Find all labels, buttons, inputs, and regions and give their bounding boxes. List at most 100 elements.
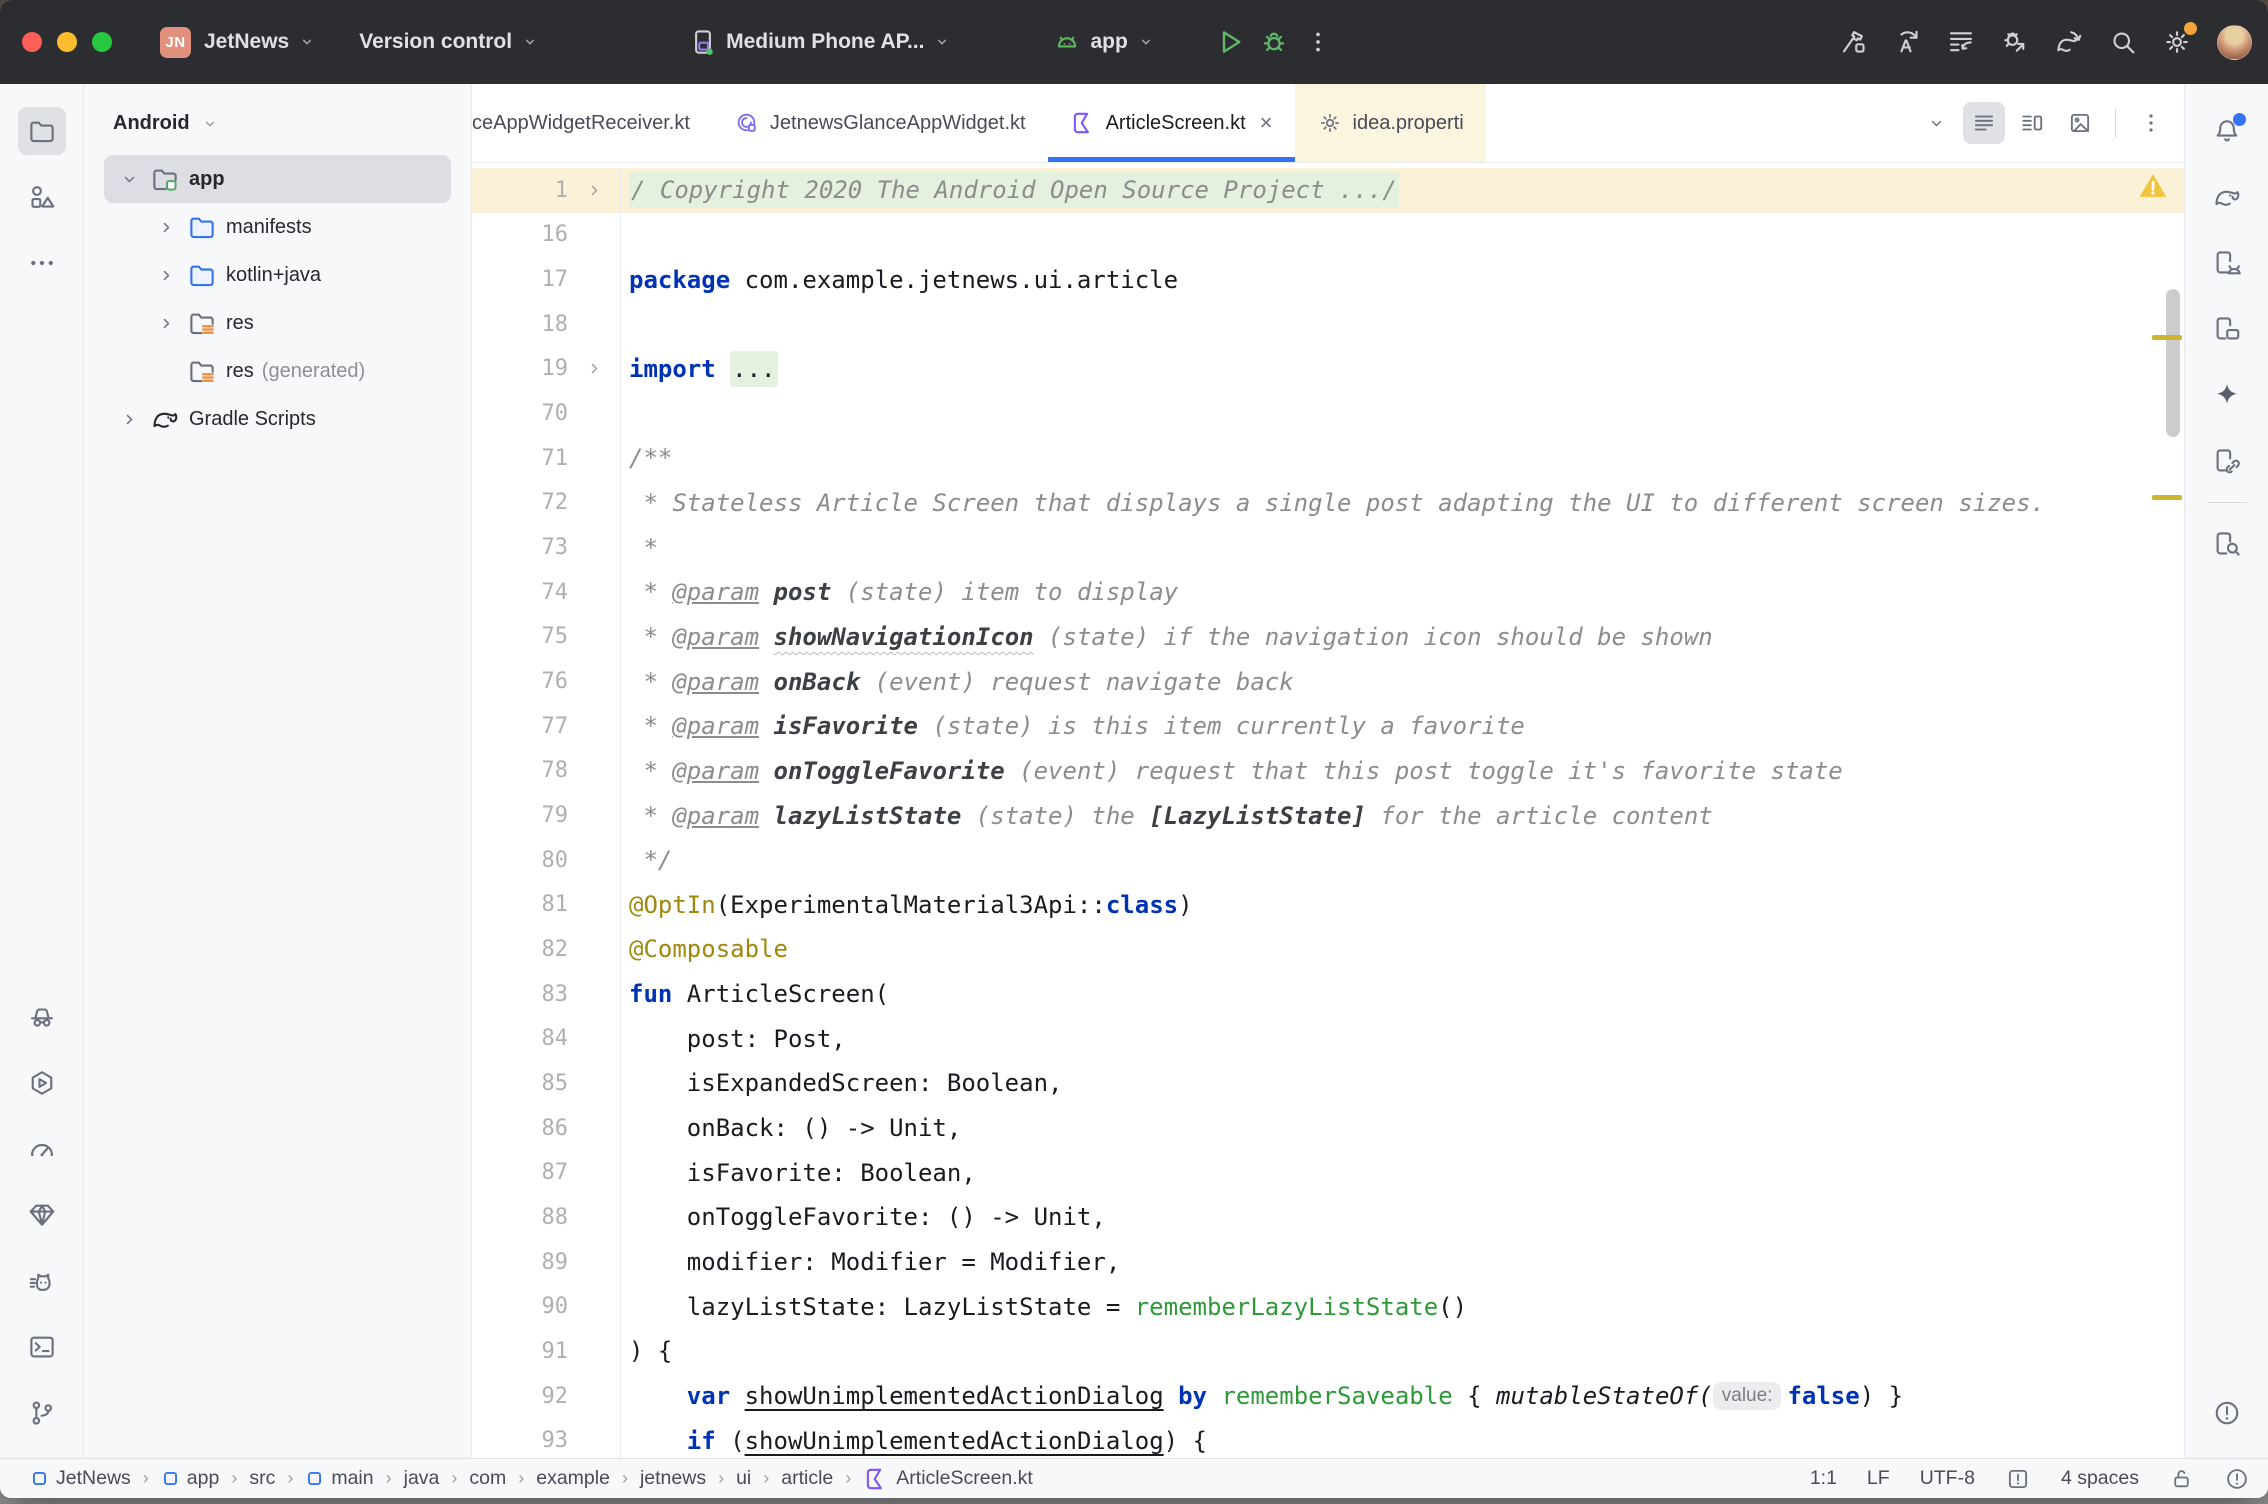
settings-button[interactable] (2155, 20, 2199, 64)
scrollbar-warning-mark[interactable] (2152, 335, 2182, 340)
editor-gutter[interactable]: 16 (472, 213, 620, 258)
build-button[interactable] (1831, 20, 1875, 64)
editor-gutter[interactable]: 1 (472, 168, 620, 213)
editor-tab-articlescreen-kt[interactable]: ArticleScreen.kt × (1048, 84, 1295, 162)
notifications-button[interactable] (2203, 107, 2251, 155)
editor-scrollbar[interactable] (2166, 289, 2180, 437)
tree-expand-chevron[interactable] (153, 266, 179, 285)
project-switcher[interactable]: JetNews (204, 30, 317, 54)
breadcrumb-item[interactable]: example (536, 1467, 610, 1490)
terminal-tool-button[interactable] (18, 1323, 66, 1371)
minimize-window-button[interactable] (57, 32, 77, 52)
editor-gutter[interactable]: 85 (472, 1061, 620, 1106)
encoding-widget[interactable]: UTF-8 (1920, 1467, 1975, 1490)
code-view-button[interactable] (1963, 102, 2005, 144)
breadcrumb-item[interactable]: jetnews (640, 1467, 706, 1490)
tree-expand-chevron[interactable] (153, 218, 179, 237)
line-separator-widget[interactable]: LF (1867, 1467, 1890, 1490)
inspection-warning-icon[interactable] (2136, 170, 2170, 202)
split-view-button[interactable] (2011, 102, 2053, 144)
editor-gutter[interactable]: 87 (472, 1150, 620, 1195)
close-tab-icon[interactable]: × (1260, 112, 1273, 134)
gradle-tool-button[interactable] (2203, 173, 2251, 221)
editor-gutter[interactable]: 74 (472, 570, 620, 615)
run-configuration-selector[interactable]: app (1052, 27, 1155, 57)
device-explorer-tool-button[interactable] (18, 993, 66, 1041)
editor-gutter[interactable]: 82 (472, 927, 620, 972)
version-control-tool-button[interactable] (18, 1389, 66, 1437)
editor-gutter[interactable]: 92 (472, 1374, 620, 1419)
breadcrumb-item[interactable]: java (404, 1467, 440, 1490)
editor-gutter[interactable]: 78 (472, 749, 620, 794)
editor-gutter[interactable]: 81 (472, 883, 620, 928)
tree-item-res[interactable]: res (generated) (104, 347, 451, 395)
tree-item-res[interactable]: res (104, 299, 451, 347)
editor-gutter[interactable]: 18 (472, 302, 620, 347)
editor-gutter[interactable]: 86 (472, 1106, 620, 1151)
vcs-widget[interactable]: Version control (359, 30, 540, 54)
breadcrumb-item[interactable]: app (161, 1467, 220, 1490)
problems-status-icon[interactable] (2224, 1466, 2250, 1492)
editor-kebab-menu[interactable] (2130, 102, 2172, 144)
editor-gutter[interactable]: 17 (472, 257, 620, 302)
editor-gutter[interactable]: 71 (472, 436, 620, 481)
breadcrumb-item[interactable]: article (781, 1467, 833, 1490)
close-window-button[interactable] (22, 32, 42, 52)
editor-gutter[interactable]: 84 (472, 1016, 620, 1061)
profile-button[interactable] (1939, 20, 1983, 64)
indent-widget[interactable]: 4 spaces (2061, 1467, 2139, 1490)
breadcrumb-item[interactable]: JetNews (30, 1467, 131, 1490)
caret-position-widget[interactable]: 1:1 (1810, 1467, 1837, 1490)
apply-changes-button[interactable] (1885, 20, 1929, 64)
unlocked-icon[interactable] (2169, 1466, 2194, 1491)
editor-gutter[interactable]: 19 (472, 347, 620, 392)
breadcrumb-item[interactable]: com (469, 1467, 506, 1490)
editor-tab-idea-properti[interactable]: idea.properti (1295, 84, 1486, 162)
attach-debugger-button[interactable] (1993, 20, 2037, 64)
code-editor[interactable]: 1 / Copyright 2020 The Android Open Sour… (472, 163, 2184, 1458)
project-view-mode-selector[interactable]: Android (84, 84, 471, 155)
search-everywhere-button[interactable] (2101, 20, 2145, 64)
editor-gutter[interactable]: 88 (472, 1195, 620, 1240)
debug-button[interactable] (1252, 20, 1296, 64)
app-quality-insights-tool-button[interactable] (18, 1191, 66, 1239)
tree-item-app[interactable]: app (104, 155, 451, 203)
editor-gutter[interactable]: 70 (472, 391, 620, 436)
inspection-highlight-icon[interactable] (2005, 1466, 2031, 1492)
editor-gutter[interactable]: 93 (472, 1418, 620, 1458)
editor-tab-ceappwidgetreceiver-kt[interactable]: ceAppWidgetReceiver.kt (472, 84, 712, 162)
tree-expand-chevron[interactable] (116, 410, 142, 429)
breadcrumb-item[interactable]: src (249, 1467, 275, 1490)
editor-tab-jetnewsglanceappwidget-kt[interactable]: JetnewsGlanceAppWidget.kt (712, 84, 1048, 162)
profiler-tool-button[interactable] (18, 1125, 66, 1173)
more-actions-kebab[interactable] (1296, 20, 1340, 64)
fold-region-chevron[interactable] (568, 359, 620, 378)
device-selector[interactable]: Medium Phone AP... (688, 27, 952, 57)
device-streaming-tool-button[interactable] (2203, 437, 2251, 485)
editor-gutter[interactable]: 73 (472, 525, 620, 570)
project-tool-button[interactable] (18, 107, 66, 155)
resource-manager-tool-button[interactable] (18, 173, 66, 221)
app-inspection-tool-button[interactable] (2203, 520, 2251, 568)
design-view-button[interactable] (2059, 102, 2101, 144)
tree-expand-chevron[interactable] (116, 170, 142, 189)
scrollbar-warning-mark[interactable] (2152, 495, 2182, 500)
device-manager-tool-button[interactable] (2203, 239, 2251, 287)
tree-item-gradle-scripts[interactable]: Gradle Scripts (104, 395, 451, 443)
editor-gutter[interactable]: 83 (472, 972, 620, 1017)
editor-gutter[interactable]: 91 (472, 1329, 620, 1374)
fold-region-chevron[interactable] (568, 181, 620, 200)
editor-gutter[interactable]: 72 (472, 481, 620, 526)
gradle-sync-button[interactable] (2047, 20, 2091, 64)
zoom-window-button[interactable] (92, 32, 112, 52)
editor-gutter[interactable]: 76 (472, 659, 620, 704)
breadcrumb-item[interactable]: ArticleScreen.kt (863, 1466, 1033, 1492)
hidden-tabs-chevron[interactable] (1915, 102, 1957, 144)
user-avatar[interactable] (2217, 25, 2252, 60)
logcat-tool-button[interactable] (18, 1257, 66, 1305)
gemini-tool-button[interactable] (2203, 371, 2251, 419)
editor-gutter[interactable]: 90 (472, 1284, 620, 1329)
running-devices-tool-button[interactable] (2203, 305, 2251, 353)
editor-gutter[interactable]: 89 (472, 1240, 620, 1285)
problems-tool-button[interactable] (2203, 1389, 2251, 1437)
